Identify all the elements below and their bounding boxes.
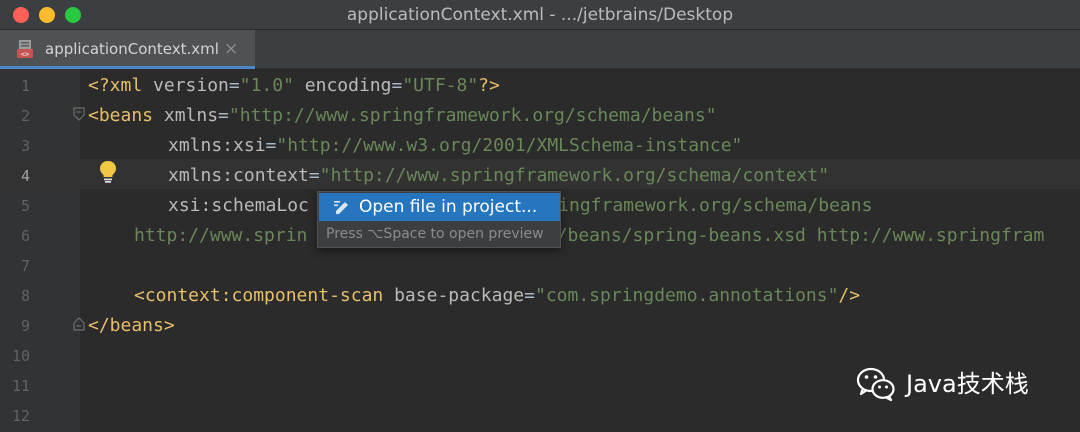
xml-file-icon: <> [17,40,33,59]
code-token: = [308,165,320,186]
code-line[interactable]: <beans xmlns="http://www.springframework… [88,101,717,131]
code-token: <beans [88,105,164,126]
code-token: = [265,135,277,156]
code-token: "http://www.w3.org/2001/XMLSchema-instan… [276,135,743,156]
window-title: applicationContext.xml - .../jetbrains/D… [346,5,734,25]
code-line[interactable]: xmlns:xsi="http://www.w3.org/2001/XMLSch… [168,131,742,161]
navigation-popup: Open file in project... Press ⌥Space to … [317,191,561,248]
watermark-text: Java技术栈 [906,370,1029,398]
code-token: "1.0" [239,75,294,96]
line-number: 6 [20,227,30,245]
code-token: xmlns [163,105,219,126]
code-token: "com.springdemo.annotations" [534,285,839,306]
tab-label: applicationContext.xml [45,40,219,58]
code-token: /> [838,285,861,306]
code-token: "UTF-8" [402,75,479,96]
line-number: 9 [20,317,30,335]
line-number: 2 [20,107,30,125]
code-token: ?> [478,75,500,96]
line-number: 11 [11,377,30,395]
popup-hint: Press ⌥Space to open preview [326,226,544,242]
fold-marker-icon[interactable] [73,317,85,331]
tab-close-icon[interactable]: × [224,30,238,68]
code-line[interactable]: xmlns:context="http://www.springframewor… [168,161,829,191]
code-token: /beans/spring-beans.xsd http://www.sprin… [556,225,1045,246]
code-token: = [524,285,535,306]
line-number: 7 [20,257,30,275]
line-number: 8 [20,287,30,305]
line-number: 10 [11,347,30,365]
code-token: <?xml [88,75,154,96]
code-token: xmlns:xsi [168,135,266,156]
title-bar: applicationContext.xml - .../jetbrains/D… [0,0,1080,30]
code-token: version [153,75,229,96]
tab-application-context[interactable]: <> applicationContext.xml × [0,30,255,69]
code-token: xsi:schemaLoc [168,195,309,216]
code-token: "http://www.springframework.org/schema/b… [228,105,717,126]
open-file-in-project-item[interactable]: Open file in project... [319,193,560,221]
code-token: = [228,75,240,96]
line-number: 3 [20,137,30,155]
code-line[interactable]: <context:component-scan base-package="co… [134,281,860,311]
line-number: 5 [20,197,30,215]
wechat-icon [856,367,895,402]
code-token: base-package [394,285,525,306]
tab-bar: <> applicationContext.xml × [0,30,1080,69]
popup-item-label: Open file in project... [359,197,538,217]
line-number: 12 [11,407,30,425]
code-token: http://www.sprin [134,225,308,246]
code-token: ingframework.org/schema/beans [558,195,873,216]
code-token: = [391,75,403,96]
edit-pencil-icon [334,201,348,214]
fold-marker-icon[interactable] [73,107,85,121]
code-token: xmlns:context [168,165,309,186]
code-token: </beans> [88,315,175,336]
code-line[interactable]: http://www.sprin /beans/spring-beans.xsd… [134,221,1044,251]
code-line[interactable]: <?xml version="1.0" encoding="UTF-8"?> [88,71,500,101]
code-token: = [218,105,229,126]
code-token: <context:component-scan [134,285,395,306]
svg-text:<>: <> [21,51,29,59]
line-number: 1 [20,77,30,95]
code-token: "http://www.springframework.org/schema/c… [319,165,830,186]
line-number: 4 [20,167,30,185]
code-line[interactable]: </beans> [88,311,175,341]
lightbulb-icon[interactable] [98,160,118,184]
code-token: encoding [304,75,392,96]
